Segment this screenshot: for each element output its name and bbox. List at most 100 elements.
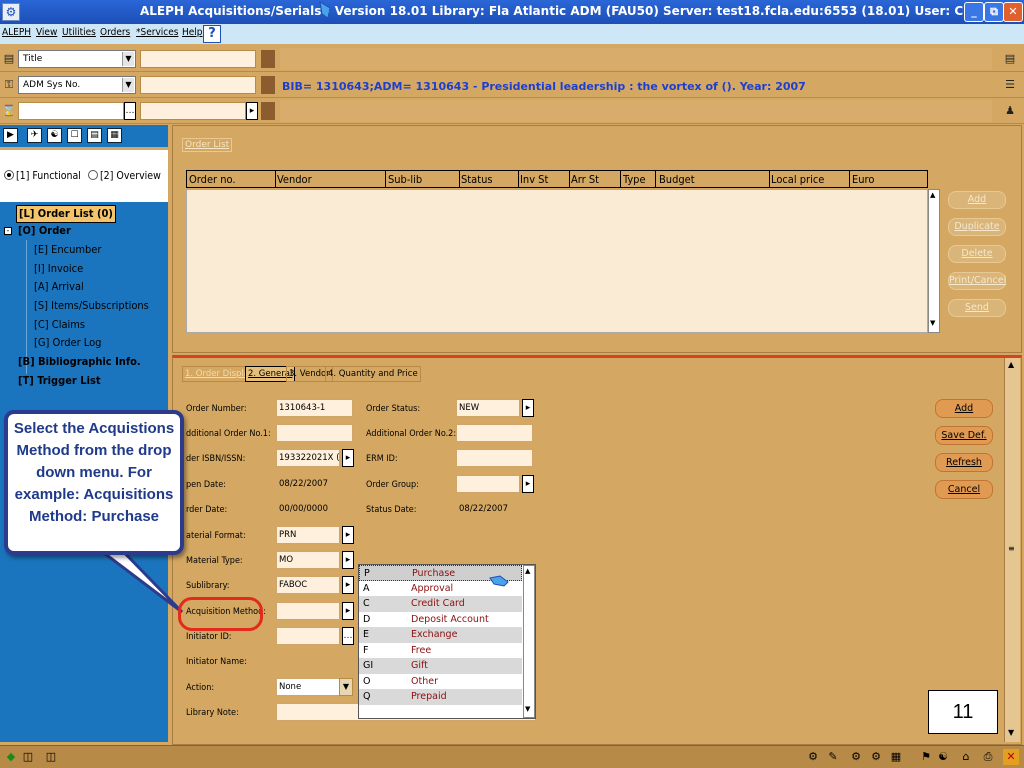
app-icon[interactable]: ⚙ <box>2 3 20 21</box>
refresh-button[interactable]: Refresh <box>935 453 993 472</box>
record-icon[interactable]: ☰ <box>1003 78 1017 92</box>
tray-icon[interactable]: ⚙ <box>805 749 821 765</box>
action-select[interactable]: None <box>276 678 340 696</box>
material-type-field[interactable]: MO <box>276 551 340 569</box>
col-arr-st[interactable]: Arr St <box>571 173 599 186</box>
col-vendor[interactable]: Vendor <box>277 173 312 186</box>
scroll-up-icon[interactable]: ▲ <box>1008 360 1014 369</box>
order-status-field[interactable]: NEW <box>456 399 520 417</box>
col-local-price[interactable]: Local price <box>771 173 824 186</box>
nav-tool-icon[interactable]: ☯ <box>47 128 62 143</box>
form-scrollbar[interactable]: ▲ ≡ ▼ <box>1004 358 1020 742</box>
tab-order-list[interactable]: Order List <box>182 138 233 152</box>
tab-quantity-and-price[interactable]: 4. Quantity and Price <box>325 366 421 382</box>
order-number-field[interactable]: 1310643-1 <box>276 399 353 417</box>
material-format-field[interactable]: PRN <box>276 526 340 544</box>
nav-tool-icon[interactable]: ☐ <box>67 128 82 143</box>
barcode-input[interactable] <box>18 102 124 120</box>
col-order-no[interactable]: Order no. <box>189 173 236 186</box>
scroll-up-icon[interactable]: ▲ <box>525 567 530 575</box>
tree-item-order-log[interactable]: [G] Order Log <box>34 336 101 349</box>
dropdown-option[interactable]: C Credit Card <box>359 596 522 612</box>
radio-overview[interactable]: [2] Overview <box>88 170 161 182</box>
patron-icon[interactable]: ♟ <box>1003 104 1017 118</box>
dropdown-scrollbar[interactable]: ▲ ▼ <box>523 565 535 718</box>
tree-item-bibliographic-info[interactable]: [B] Bibliographic Info. <box>18 355 141 368</box>
help-icon[interactable]: ? <box>203 25 221 43</box>
menu-aleph[interactable]: ALEPH <box>2 27 31 38</box>
nav-tool-icon[interactable]: ✈ <box>27 128 42 143</box>
tree-item-items-subscriptions[interactable]: [S] Items/Subscriptions <box>34 299 149 312</box>
restore-button[interactable]: ⧉ <box>984 2 1004 22</box>
adm-go-button[interactable] <box>261 76 275 94</box>
search-input[interactable] <box>140 50 256 68</box>
col-euro[interactable]: Euro <box>852 173 874 186</box>
send-button[interactable]: Send <box>948 299 1006 317</box>
menu-help[interactable]: Help <box>182 27 203 38</box>
col-status[interactable]: Status <box>461 173 493 186</box>
additional-order-1-field[interactable] <box>276 424 353 442</box>
print-cancel-button[interactable]: Print/Cancel <box>948 272 1006 290</box>
nav-tool-icon[interactable]: ▦ <box>107 128 122 143</box>
duplicate-order-button[interactable]: Duplicate <box>948 218 1006 236</box>
menu-view[interactable]: View <box>36 27 57 38</box>
adm-field-select[interactable]: ADM Sys No. ▼ <box>18 76 136 94</box>
erm-id-field[interactable] <box>456 449 533 467</box>
barcode-input-2[interactable] <box>140 102 246 120</box>
close-button[interactable]: ✕ <box>1003 2 1023 22</box>
save-default-button[interactable]: Save Def. <box>935 426 993 445</box>
isbn-picker-button[interactable]: ▸ <box>342 449 354 467</box>
exit-icon[interactable]: ✕ <box>1003 749 1019 765</box>
menu-orders[interactable]: Orders <box>100 27 130 38</box>
minimize-button[interactable]: _ <box>964 2 984 22</box>
tray-icon[interactable]: ▦ <box>888 749 904 765</box>
scroll-up-icon[interactable]: ▲ <box>930 191 935 199</box>
order-grid-body[interactable] <box>186 189 928 333</box>
adm-input[interactable] <box>140 76 256 94</box>
tray-icon[interactable]: ⚙ <box>868 749 884 765</box>
dropdown-option[interactable]: E Exchange <box>359 627 522 643</box>
acquisition-method-picker-button[interactable]: ▸ <box>342 602 354 620</box>
toolbar-icon[interactable]: ▤ <box>1003 52 1017 66</box>
material-format-picker-button[interactable]: ▸ <box>342 526 354 544</box>
tree-item-encumber[interactable]: [E] Encumber <box>34 243 101 256</box>
additional-order-2-field[interactable] <box>456 424 533 442</box>
radio-functional[interactable]: [1] Functional <box>4 170 81 182</box>
menu-services[interactable]: *Services <box>136 27 178 38</box>
form-add-button[interactable]: Add <box>935 399 993 418</box>
scroll-down-icon[interactable]: ▼ <box>525 705 530 713</box>
chevron-down-icon[interactable]: ▼ <box>339 678 353 696</box>
tray-icon[interactable]: ☯ <box>935 749 951 765</box>
initiator-picker-button[interactable]: … <box>342 627 354 645</box>
search-go-button[interactable] <box>261 50 275 68</box>
tray-icon[interactable]: ⌂ <box>958 749 974 765</box>
dropdown-option[interactable]: F Free <box>359 643 522 659</box>
add-order-button[interactable]: Add <box>948 191 1006 209</box>
order-group-field[interactable] <box>456 475 520 493</box>
tree-item-invoice[interactable]: [I] Invoice <box>34 262 83 275</box>
barcode-go-button[interactable] <box>261 102 275 120</box>
delete-order-button[interactable]: Delete <box>948 245 1006 263</box>
collapse-icon[interactable]: - <box>4 227 12 235</box>
order-group-picker-button[interactable]: ▸ <box>522 475 534 493</box>
nav-tool-icon[interactable]: ▶ <box>3 128 18 143</box>
sublibrary-picker-button[interactable]: ▸ <box>342 576 354 594</box>
form-cancel-button[interactable]: Cancel <box>935 480 993 499</box>
initiator-id-field[interactable] <box>276 627 340 645</box>
tree-item-arrival[interactable]: [A] Arrival <box>34 280 84 293</box>
order-grid-scrollbar[interactable]: ▲ ▼ <box>928 189 940 333</box>
tray-icon[interactable]: ⚑ <box>918 749 934 765</box>
col-sub-lib[interactable]: Sub-lib <box>388 173 422 186</box>
tree-item-trigger-list[interactable]: [T] Trigger List <box>18 374 101 387</box>
material-type-picker-button[interactable]: ▸ <box>342 551 354 569</box>
col-type[interactable]: Type <box>623 173 646 186</box>
printer-icon[interactable]: ⎙ <box>980 749 996 765</box>
dropdown-option[interactable]: Q Prepaid <box>359 689 522 705</box>
barcode-arrow-button[interactable]: ▸ <box>246 102 258 120</box>
tree-item-order-list[interactable]: [L] Order List (0) <box>16 205 116 223</box>
order-status-picker-button[interactable]: ▸ <box>522 399 534 417</box>
scroll-down-icon[interactable]: ▼ <box>1008 728 1014 737</box>
tray-icon[interactable]: ✎ <box>825 749 841 765</box>
nav-tool-icon[interactable]: ▤ <box>87 128 102 143</box>
barcode-picker-button[interactable]: … <box>124 102 136 120</box>
